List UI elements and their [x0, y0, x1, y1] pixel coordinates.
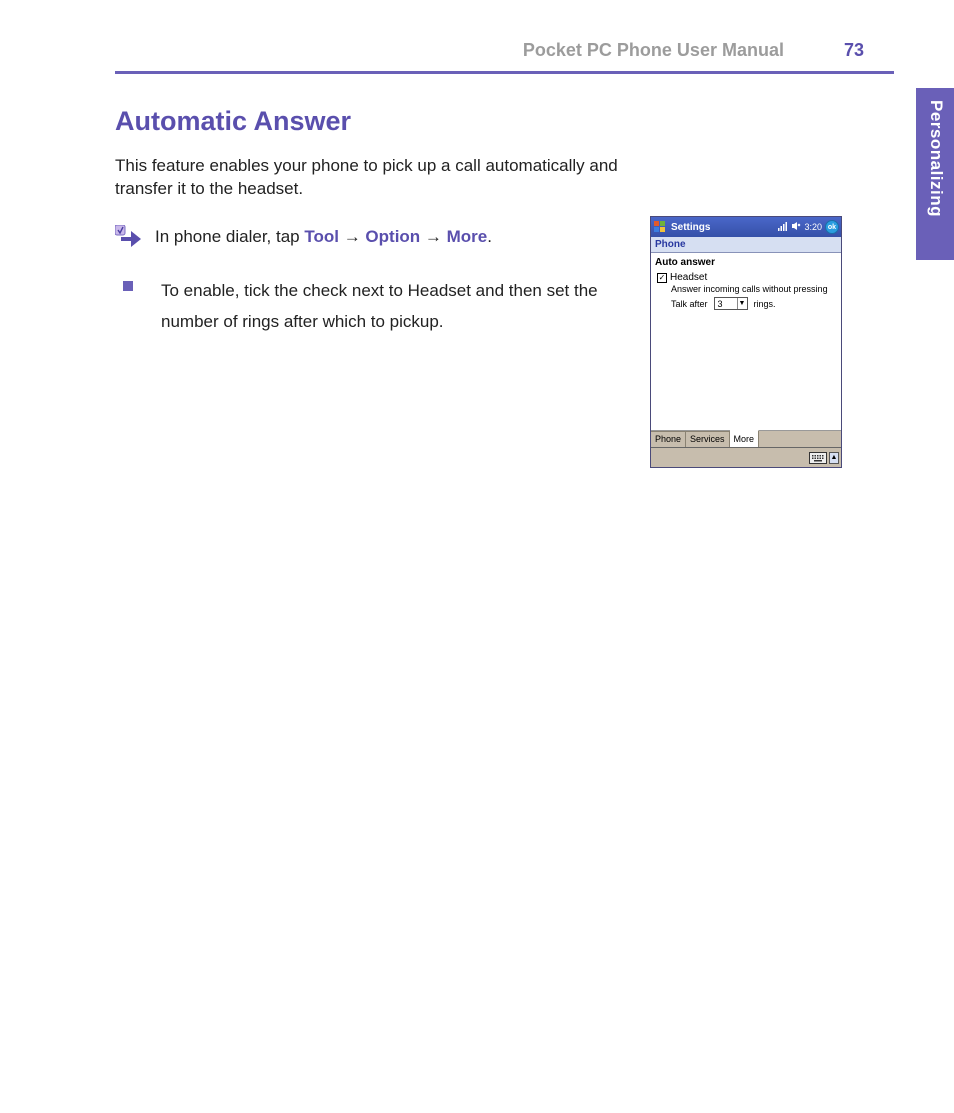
nav-prefix: In phone dialer, tap	[155, 227, 304, 246]
pocket-pc-screenshot: Settings 3:20 ok	[650, 216, 842, 468]
device-bottombar: ▲	[651, 447, 841, 467]
windows-flag-icon[interactable]	[653, 220, 667, 234]
headset-checkbox-label: Headset	[670, 272, 707, 283]
ok-button[interactable]: ok	[825, 220, 839, 234]
taskbar-title: Settings	[671, 222, 710, 233]
instruction-bullet-row: To enable, tick the check next to Headse…	[115, 275, 635, 338]
rings-value: 3	[718, 299, 723, 309]
talk-after-label: Talk after	[671, 299, 708, 309]
keyboard-icon[interactable]	[809, 452, 827, 464]
tab-phone[interactable]: Phone	[651, 431, 686, 447]
section-intro: This feature enables your phone to pick …	[115, 155, 635, 201]
tab-more[interactable]: More	[730, 430, 760, 447]
device-taskbar: Settings 3:20 ok	[651, 217, 841, 237]
taskbar-time: 3:20	[804, 222, 822, 232]
tab-services[interactable]: Services	[686, 431, 730, 447]
bullet-icon	[123, 281, 133, 291]
manual-title: Pocket PC Phone User Manual	[523, 40, 784, 61]
nav-sep-1: →	[339, 227, 365, 246]
signal-icon	[778, 221, 788, 233]
page-header: Pocket PC Phone User Manual 73	[115, 40, 894, 61]
nav-step-tool: Tool	[304, 227, 339, 246]
nav-step-option: Option	[365, 227, 420, 246]
rings-suffix: rings.	[754, 299, 776, 309]
instruction-text: To enable, tick the check next to Headse…	[161, 275, 635, 338]
section-heading: Automatic Answer	[115, 106, 894, 137]
device-tabs: Phone Services More	[651, 431, 841, 447]
nav-instruction-text: In phone dialer, tap Tool → Option → Mor…	[155, 227, 492, 247]
rings-select[interactable]: 3 ▼	[714, 297, 748, 310]
device-subheader: Phone	[651, 237, 841, 253]
device-content: Auto answer ✓ Headset Answer incoming ca…	[651, 253, 841, 431]
chapter-side-tab: Personalizing	[916, 88, 954, 260]
panel-title: Auto answer	[655, 257, 837, 268]
headset-description: Answer incoming calls without pressing	[671, 284, 837, 294]
input-panel-arrow-icon[interactable]: ▲	[829, 452, 839, 464]
nav-suffix: .	[487, 227, 492, 246]
arrow-right-icon	[115, 225, 143, 249]
speaker-icon	[791, 221, 801, 233]
chevron-down-icon: ▼	[737, 298, 747, 309]
nav-step-more: More	[447, 227, 488, 246]
nav-sep-2: →	[420, 227, 446, 246]
header-divider	[115, 71, 894, 74]
page-number: 73	[844, 40, 864, 61]
headset-checkbox[interactable]: ✓	[657, 273, 667, 283]
